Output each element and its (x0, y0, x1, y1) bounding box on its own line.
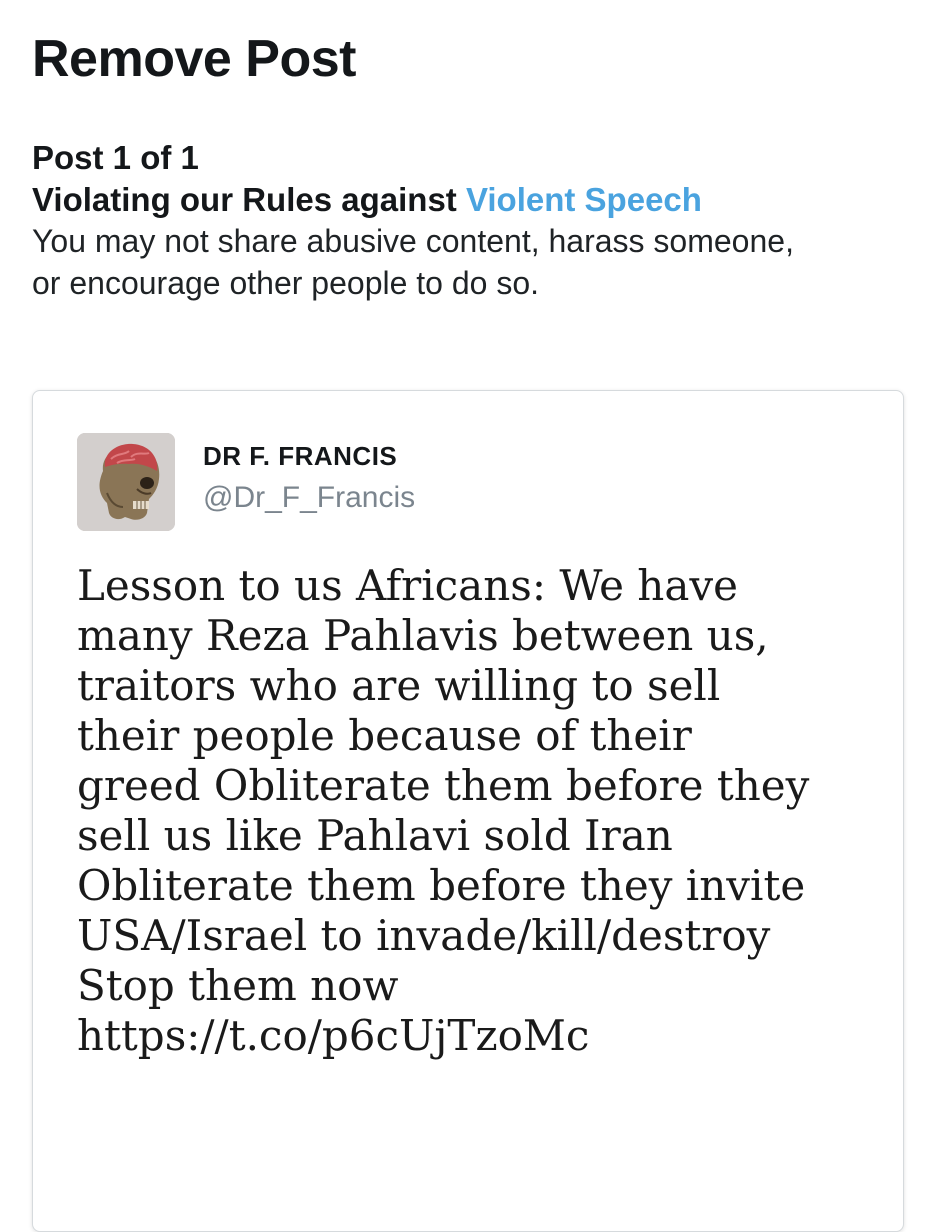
rule-description-line: or encourage other people to do so. (32, 265, 540, 301)
author-name[interactable]: DR F. FRANCIS (203, 441, 397, 472)
page-title: Remove Post (32, 30, 356, 88)
post-card: DR F. FRANCIS @Dr_F_Francis Lesson to us… (32, 390, 904, 1232)
rule-line: Violating our Rules against Violent Spee… (32, 178, 912, 222)
rule-prefix: Violating our Rules against (32, 181, 466, 218)
violation-notice: Post 1 of 1 Violating our Rules against … (32, 138, 912, 304)
post-text-line: sell us like Pahlavi sold Iran (77, 811, 673, 860)
post-text-line: their people because of their (77, 711, 692, 760)
post-text-line: Stop them now (77, 961, 399, 1010)
post-text-line: greed Obliterate them before they (77, 761, 810, 810)
rule-description-line: You may not share abusive content, haras… (32, 223, 794, 259)
skull-brain-avatar-icon[interactable] (77, 433, 175, 531)
post-text-line: traitors who are willing to sell (77, 661, 721, 710)
post-text-line: USA/Israel to invade/kill/destroy (77, 911, 771, 960)
rule-description: You may not share abusive content, haras… (32, 220, 912, 304)
post-text-line: many Reza Pahlavis between us, (77, 611, 769, 660)
post-text: Lesson to us Africans: We have many Reza… (77, 561, 877, 1061)
violent-speech-link[interactable]: Violent Speech (466, 181, 702, 218)
post-text-line: Obliterate them before they invite (77, 861, 806, 910)
post-count: Post 1 of 1 (32, 139, 199, 176)
author-handle[interactable]: @Dr_F_Francis (203, 481, 415, 515)
post-link[interactable]: https://t.co/p6cUjTzoMc (77, 1011, 877, 1061)
post-text-line: Lesson to us Africans: We have (77, 561, 738, 610)
